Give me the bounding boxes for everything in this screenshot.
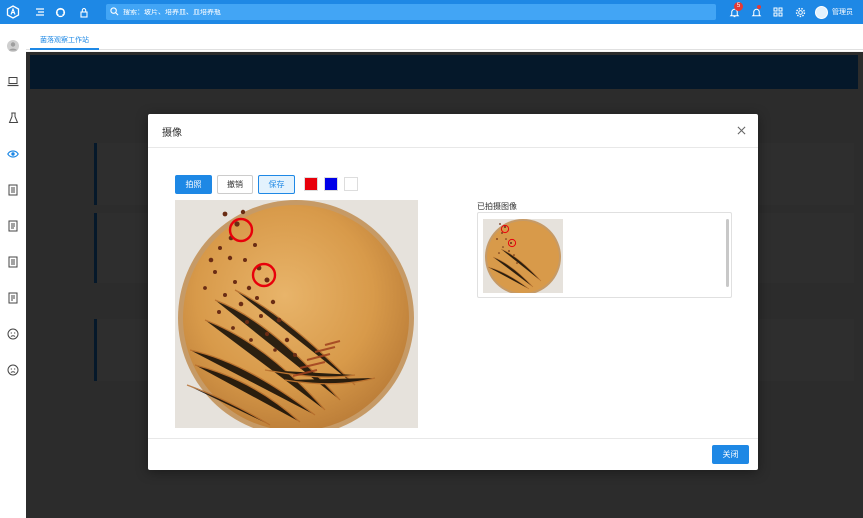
- face-sad-icon: [7, 364, 19, 379]
- petri-dish-image: [175, 200, 418, 428]
- captured-images-label: 已拍摄图像: [477, 202, 517, 211]
- dialog-close-button[interactable]: [734, 124, 748, 138]
- dialog-title: 摄像: [162, 128, 182, 139]
- camera-preview[interactable]: [175, 200, 418, 428]
- top-bar: 5 管理员: [0, 0, 863, 24]
- avatar: [815, 5, 828, 19]
- sidebar-item-files[interactable]: [0, 252, 26, 274]
- sidebar-item-feedback[interactable]: [0, 324, 26, 346]
- search-icon: [110, 6, 119, 18]
- captured-images-list[interactable]: [477, 212, 732, 298]
- alert-icon[interactable]: [745, 0, 767, 24]
- pen-color-white[interactable]: [344, 177, 358, 191]
- captured-list-scrollbar[interactable]: [726, 219, 729, 287]
- camera-dialog: 摄像 拍照 撤销 保存 已拍摄图像 关闭: [148, 114, 758, 470]
- clipboard-icon: [8, 292, 18, 307]
- app-logo-icon[interactable]: [0, 0, 26, 24]
- tab-colony-observation[interactable]: 菌落观察工作站: [30, 34, 99, 50]
- pen-color-blue[interactable]: [324, 177, 338, 191]
- lock-icon[interactable]: [72, 0, 96, 24]
- user-name: 管理员: [832, 9, 853, 16]
- save-button[interactable]: 保存: [258, 175, 295, 194]
- sidebar: [0, 24, 26, 518]
- sidebar-item-observe[interactable]: [0, 144, 26, 166]
- sidebar-item-computer[interactable]: [0, 72, 26, 94]
- eye-icon: [7, 148, 19, 162]
- user-menu[interactable]: 管理员: [811, 5, 863, 19]
- capture-button[interactable]: 拍照: [175, 175, 212, 194]
- face-icon: [7, 328, 19, 343]
- pen-color-red[interactable]: [304, 177, 318, 191]
- alert-dot: [757, 5, 761, 9]
- settings-gear-icon[interactable]: [789, 0, 811, 24]
- search-bar[interactable]: [106, 4, 716, 20]
- github-icon[interactable]: [48, 0, 72, 24]
- apps-grid-icon[interactable]: [767, 0, 789, 24]
- flask-icon: [8, 112, 19, 127]
- divider: [148, 438, 758, 439]
- file-icon: [8, 256, 18, 271]
- notification-badge: 5: [734, 2, 743, 11]
- sidebar-item-report[interactable]: [0, 216, 26, 238]
- sidebar-item-archive[interactable]: [0, 288, 26, 310]
- sidebar-item-lab[interactable]: [0, 108, 26, 130]
- tab-bar: 菌落观察工作站: [26, 24, 863, 50]
- captured-thumbnail[interactable]: [483, 219, 563, 293]
- close-icon: [737, 124, 746, 138]
- divider: [148, 147, 758, 148]
- document-icon: [8, 220, 18, 235]
- notification-bell-icon[interactable]: 5: [723, 0, 745, 24]
- thumbnail-image: [483, 219, 563, 293]
- document-list-icon: [8, 184, 18, 199]
- search-input[interactable]: [123, 8, 683, 16]
- undo-button[interactable]: 撤销: [217, 175, 253, 194]
- close-button[interactable]: 关闭: [712, 445, 749, 464]
- sidebar-item-support[interactable]: [0, 360, 26, 382]
- laptop-icon: [7, 76, 19, 90]
- sidebar-item-records[interactable]: [0, 180, 26, 202]
- sidebar-avatar-icon[interactable]: [0, 35, 26, 57]
